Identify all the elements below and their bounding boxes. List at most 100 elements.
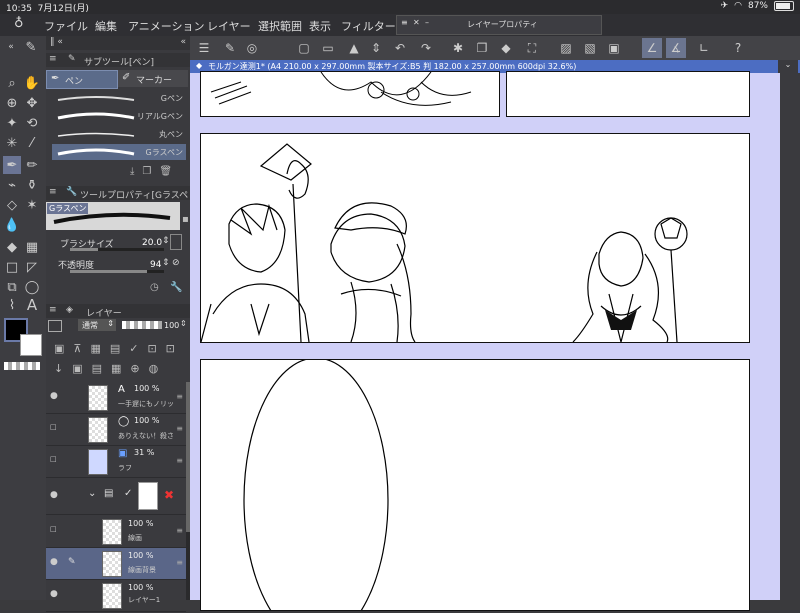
brush-item-selected[interactable]: Gラスペン xyxy=(52,144,186,160)
blend-mode-select[interactable]: 通常 ⇕ xyxy=(78,319,116,331)
airbrush-icon[interactable]: ⚱ xyxy=(23,176,41,194)
canvas-area[interactable] xyxy=(190,71,780,613)
brush-size-value[interactable]: 20.0 xyxy=(142,238,162,248)
menu-filter[interactable]: フィルター xyxy=(341,18,396,34)
sub-color-swatch[interactable] xyxy=(20,334,42,356)
sparkle-icon[interactable]: ✳ xyxy=(3,134,21,152)
close-tab-icon[interactable]: ◆ xyxy=(196,61,202,70)
drag-handle-icon[interactable]: ≡ xyxy=(176,424,183,433)
open-folder-icon[interactable]: ▭ xyxy=(318,38,338,58)
eye-icon[interactable]: ● xyxy=(50,391,58,401)
balloon-icon[interactable]: ◯ xyxy=(23,278,41,296)
transparent-color-swatch[interactable] xyxy=(4,362,40,370)
eraser-icon[interactable]: ◇ xyxy=(3,196,21,214)
copy-icon[interactable]: ❐ xyxy=(472,38,492,58)
brush-item[interactable]: リアルGペン xyxy=(52,108,186,124)
layer-row[interactable]: □ 100 % 線画 ≡ xyxy=(46,516,186,548)
layer-row-selected[interactable]: ● ✎ 100 % 線画背景 ≡ xyxy=(46,548,186,580)
eye-icon[interactable]: ● xyxy=(50,557,58,567)
drag-handle-icon[interactable]: ≡ xyxy=(176,392,183,401)
eye-icon[interactable]: ● xyxy=(50,490,58,500)
menu-file[interactable]: ファイル xyxy=(44,18,88,34)
size-stepper[interactable]: ⇕ xyxy=(162,236,170,246)
layer-row[interactable]: ● 100 % レイヤー1 xyxy=(46,580,186,612)
visibility-box-icon[interactable]: □ xyxy=(50,423,57,431)
transform-icon[interactable]: ⛶ xyxy=(522,38,542,58)
settings-icon[interactable]: 🔧 xyxy=(170,282,182,293)
minimize-icon[interactable]: – xyxy=(425,18,429,27)
visibility-box-icon[interactable]: □ xyxy=(50,525,57,533)
pressure-toggle[interactable] xyxy=(170,234,182,250)
frame-icon[interactable]: ◸ xyxy=(23,258,41,276)
no-entry-icon[interactable]: ⊘ xyxy=(172,258,180,268)
tab-pen[interactable]: ✒ ペン xyxy=(46,70,118,89)
collapse-icon[interactable]: « xyxy=(2,38,20,56)
opacity-stepper[interactable]: ⇕ xyxy=(180,319,187,328)
stepper-icon[interactable]: ⇕ xyxy=(366,38,386,58)
brush-icon[interactable]: ⌁ xyxy=(3,176,21,194)
visibility-box-icon[interactable]: □ xyxy=(50,455,57,463)
subtool-actions[interactable]: ⤓❐🗑 xyxy=(130,166,180,177)
layer-actions-row-2[interactable]: ↓▣▤▦⊕◍ xyxy=(54,362,167,375)
opacity-slider[interactable] xyxy=(70,270,164,273)
brush-size-slider[interactable] xyxy=(70,248,164,251)
layer-row[interactable]: □ ◯ 100 % ありえない！殺さ ≡ xyxy=(46,414,186,446)
menu-icon[interactable]: ≡ xyxy=(401,18,408,27)
opacity-value[interactable]: 94 xyxy=(150,260,161,270)
menu-view[interactable]: 表示 xyxy=(309,18,331,34)
opacity-stepper[interactable]: ⇕ xyxy=(162,258,170,268)
menu-selection[interactable]: 選択範囲 xyxy=(258,18,302,34)
check-icon[interactable]: ✓ xyxy=(124,488,132,499)
layer-type-icon[interactable] xyxy=(48,320,62,332)
layer-property-window[interactable]: ≡ ✕ – レイヤープロパティ xyxy=(396,15,602,35)
menu-icon[interactable]: ☰ xyxy=(194,38,214,58)
pen-icon[interactable]: ✒ xyxy=(3,156,21,174)
redo-icon[interactable]: ↷ xyxy=(416,38,436,58)
app-logo-icon[interactable]: ♁ xyxy=(14,16,24,31)
eye-icon[interactable]: ● xyxy=(50,589,58,599)
collapse-icon[interactable]: « xyxy=(180,37,186,47)
magic-wand-icon[interactable]: ✦ xyxy=(3,114,21,132)
zoom-icon[interactable]: ⌕ xyxy=(3,74,21,92)
menu-layer[interactable]: レイヤー xyxy=(207,18,251,34)
layer-actions-row-1[interactable]: ▣⊼▦▤✓⊡⊡ xyxy=(54,342,184,355)
loading-icon[interactable]: ✱ xyxy=(448,38,468,58)
layer-row[interactable]: ● A 100 % 一手遅にもノリッ ≡ xyxy=(46,382,186,414)
invert-icon[interactable]: ▧ xyxy=(580,38,600,58)
pencil-icon[interactable]: ✏ xyxy=(23,156,41,174)
help-icon[interactable]: ? xyxy=(728,38,748,58)
opacity-preview[interactable] xyxy=(122,321,162,329)
menu-animation[interactable]: アニメーション xyxy=(128,18,205,34)
layer-opacity-value[interactable]: 100 xyxy=(164,321,179,330)
eyedropper-icon[interactable]: ⁄ xyxy=(23,134,41,152)
fill-bucket-icon[interactable]: ◆ xyxy=(3,238,21,256)
clear-icon[interactable]: ▣ xyxy=(604,38,624,58)
drag-handle-icon[interactable]: ≡ xyxy=(176,456,183,465)
reset-icon[interactable]: ◷ xyxy=(150,282,159,293)
decoration-icon[interactable]: ✶ xyxy=(23,196,41,214)
brush-item[interactable]: 丸ペン xyxy=(52,126,186,142)
move-icon[interactable]: ✥ xyxy=(23,94,41,112)
object-icon[interactable]: ⊕ xyxy=(3,94,21,112)
chevron-down-icon[interactable]: ⌄ xyxy=(778,60,798,73)
gradient-icon[interactable]: ▦ xyxy=(23,238,41,256)
collapse-icon[interactable]: ‖ « xyxy=(50,37,63,47)
ruler-snap-icon[interactable]: ∠ xyxy=(642,38,662,58)
new-file-icon[interactable]: ▢ xyxy=(294,38,314,58)
mask-disabled-icon[interactable]: ✖ xyxy=(164,488,174,502)
lasso-icon[interactable]: ⟲ xyxy=(23,114,41,132)
special-ruler-icon[interactable]: ∡ xyxy=(666,38,686,58)
text-icon[interactable]: A xyxy=(23,296,41,314)
edit-icon[interactable]: ✎ xyxy=(220,38,240,58)
figure-icon[interactable]: □ xyxy=(3,258,21,276)
line-fix-icon[interactable]: ⌇ xyxy=(3,296,21,314)
drag-handle-icon[interactable]: ≡ xyxy=(176,558,183,567)
lock-icon[interactable]: ▪ xyxy=(182,214,189,225)
record-icon[interactable]: ◎ xyxy=(242,38,262,58)
grid-snap-icon[interactable]: ∟ xyxy=(694,38,714,58)
layer-row[interactable]: □ ▣ 31 % ラフ ≡ xyxy=(46,446,186,478)
blend-icon[interactable]: 💧 xyxy=(3,216,21,234)
pen-header-icon[interactable]: ✎ xyxy=(22,38,40,56)
chevron-down-icon[interactable]: ⌄ xyxy=(88,488,96,499)
tab-marker[interactable]: ✐ マーカー xyxy=(118,70,188,87)
